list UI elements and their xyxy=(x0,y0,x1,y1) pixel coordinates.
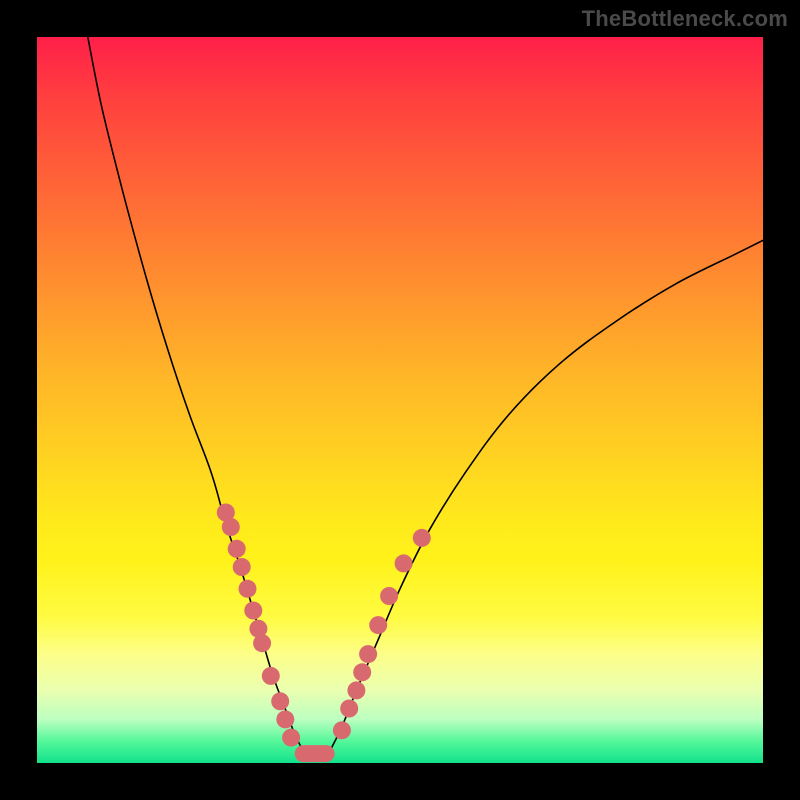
data-point xyxy=(369,616,387,634)
chart-stage: TheBottleneck.com xyxy=(0,0,800,800)
data-point xyxy=(333,721,351,739)
data-point xyxy=(262,667,280,685)
data-point xyxy=(359,645,377,663)
data-point xyxy=(380,587,398,605)
data-point xyxy=(222,518,240,536)
plot-area xyxy=(37,37,763,763)
data-point xyxy=(244,602,262,620)
data-point xyxy=(276,710,294,728)
marker-layer xyxy=(217,504,431,763)
curve-left-branch xyxy=(88,37,306,756)
data-point xyxy=(228,540,246,558)
data-point xyxy=(239,580,257,598)
trough-pill xyxy=(295,745,335,762)
data-point xyxy=(347,681,365,699)
data-point xyxy=(282,729,300,747)
data-point xyxy=(340,700,358,718)
data-point xyxy=(353,663,371,681)
data-point xyxy=(271,692,289,710)
curve-layer xyxy=(37,37,763,763)
data-point xyxy=(253,634,271,652)
data-point xyxy=(395,554,413,572)
curve-right-branch xyxy=(327,240,763,755)
data-point xyxy=(413,529,431,547)
watermark-text: TheBottleneck.com xyxy=(582,6,788,32)
data-point xyxy=(233,558,251,576)
